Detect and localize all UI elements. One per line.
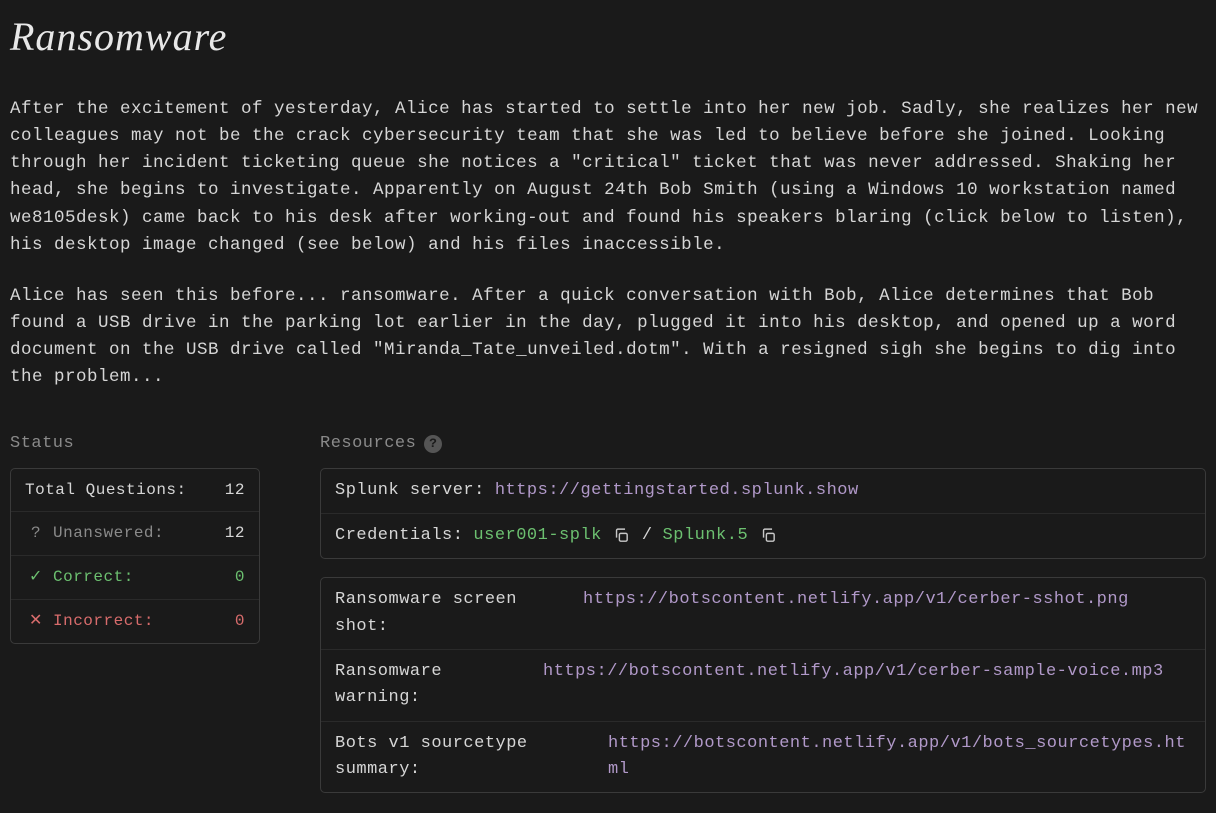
resources-heading-text: Resources bbox=[320, 431, 416, 457]
resources-heading: Resources ? bbox=[320, 431, 1206, 457]
copy-password-icon[interactable] bbox=[758, 526, 778, 546]
resource-row-sourcetypes: Bots v1 sourcetype summary: https://bots… bbox=[321, 721, 1205, 793]
page-title: Ransomware bbox=[10, 6, 1206, 68]
status-row-total: Total Questions: 12 bbox=[11, 469, 259, 512]
intro-paragraph-2: Alice has seen this before... ransomware… bbox=[10, 283, 1206, 392]
resource-row-credentials: Credentials: user001-splk / Splunk.5 bbox=[321, 513, 1205, 558]
status-incorrect-value: 0 bbox=[215, 609, 245, 634]
status-total-label: Total Questions: bbox=[25, 478, 215, 503]
status-unanswered-value: 12 bbox=[215, 521, 245, 546]
credentials-username: user001-splk bbox=[473, 523, 601, 549]
status-incorrect-label: Incorrect: bbox=[53, 609, 215, 634]
resource-row-server: Splunk server: https://gettingstarted.sp… bbox=[321, 469, 1205, 513]
intro-paragraph-1: After the excitement of yesterday, Alice… bbox=[10, 96, 1206, 259]
question-icon: ? bbox=[25, 521, 47, 546]
help-icon[interactable]: ? bbox=[424, 435, 442, 453]
status-box: Total Questions: 12 ? Unanswered: 12 ✓ C… bbox=[10, 468, 260, 644]
status-row-incorrect: ✕ Incorrect: 0 bbox=[11, 599, 259, 643]
server-link[interactable]: https://gettingstarted.splunk.show bbox=[495, 478, 859, 504]
resources-links-box: Ransomware screen shot: https://botscont… bbox=[320, 577, 1206, 793]
credentials-separator: / bbox=[642, 523, 653, 549]
credentials-label: Credentials: bbox=[335, 523, 463, 549]
sourcetypes-link[interactable]: https://botscontent.netlify.app/v1/bots_… bbox=[608, 731, 1191, 784]
status-total-value: 12 bbox=[215, 478, 245, 503]
status-row-unanswered: ? Unanswered: 12 bbox=[11, 511, 259, 555]
status-row-correct: ✓ Correct: 0 bbox=[11, 555, 259, 599]
resources-server-box: Splunk server: https://gettingstarted.sp… bbox=[320, 468, 1206, 560]
resource-row-warning: Ransomware warning: https://botscontent.… bbox=[321, 649, 1205, 721]
warning-label: Ransomware warning: bbox=[335, 659, 525, 712]
x-icon: ✕ bbox=[25, 609, 47, 634]
sourcetypes-label: Bots v1 sourcetype summary: bbox=[335, 731, 590, 784]
status-correct-label: Correct: bbox=[53, 565, 215, 590]
credentials-password: Splunk.5 bbox=[663, 523, 749, 549]
screenshot-label: Ransomware screen shot: bbox=[335, 587, 565, 640]
copy-username-icon[interactable] bbox=[612, 526, 632, 546]
check-icon: ✓ bbox=[25, 565, 47, 590]
status-heading: Status bbox=[10, 431, 260, 457]
warning-link[interactable]: https://botscontent.netlify.app/v1/cerbe… bbox=[543, 659, 1191, 712]
screenshot-link[interactable]: https://botscontent.netlify.app/v1/cerbe… bbox=[583, 587, 1191, 640]
status-unanswered-label: Unanswered: bbox=[53, 521, 215, 546]
server-label: Splunk server: bbox=[335, 478, 485, 504]
status-correct-value: 0 bbox=[215, 565, 245, 590]
resource-row-screenshot: Ransomware screen shot: https://botscont… bbox=[321, 578, 1205, 649]
